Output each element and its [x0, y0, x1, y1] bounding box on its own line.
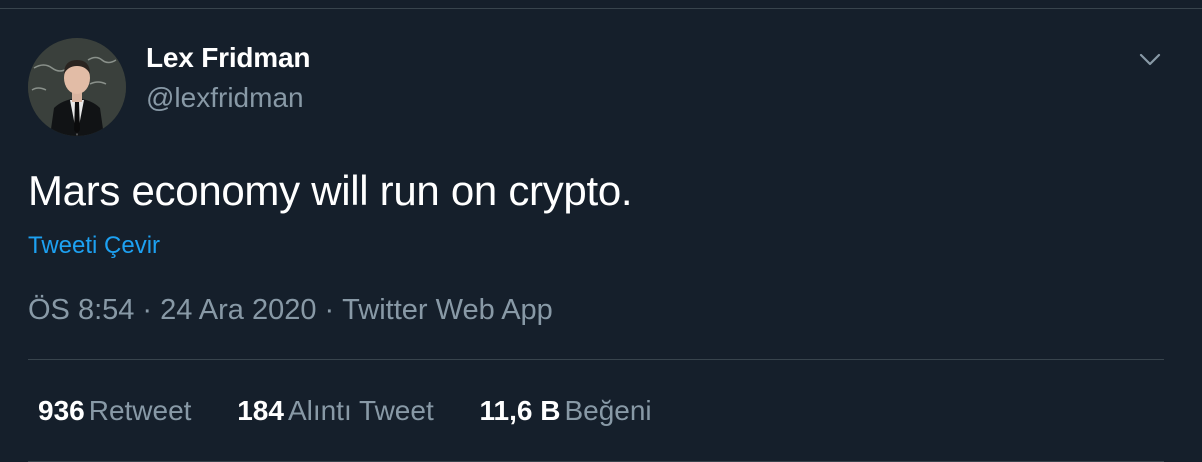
retweet-count[interactable]: 936 Retweet: [38, 395, 191, 427]
author-handle[interactable]: @lexfridman: [146, 82, 304, 114]
stat-label: Beğeni: [564, 395, 652, 426]
author-name[interactable]: Lex Fridman: [146, 42, 310, 74]
tweet-stats: 936 Retweet 184 Alıntı Tweet 11,6 B Beğeni: [38, 395, 690, 427]
chevron-down-icon[interactable]: [1134, 43, 1166, 75]
translate-tweet-link[interactable]: Tweeti Çevir: [28, 232, 160, 260]
tweet-date[interactable]: 24 Ara 2020: [160, 294, 316, 326]
avatar[interactable]: [28, 38, 126, 136]
meta-separator: ·: [142, 294, 153, 326]
tweet-source[interactable]: Twitter Web App: [342, 294, 553, 326]
stat-label: Alıntı Tweet: [287, 395, 434, 426]
divider: [28, 359, 1164, 360]
stat-value: 11,6 B: [479, 395, 561, 426]
meta-separator: ·: [324, 294, 335, 326]
quote-tweet-count[interactable]: 184 Alıntı Tweet: [237, 395, 434, 427]
like-count[interactable]: 11,6 B Beğeni: [480, 395, 652, 427]
tweet-meta: ÖS 8:54 · 24 Ara 2020 · Twitter Web App: [28, 294, 553, 327]
tweet-time[interactable]: ÖS 8:54: [28, 294, 134, 326]
stat-value: 936: [38, 395, 85, 426]
stat-label: Retweet: [88, 395, 192, 426]
stat-value: 184: [237, 395, 284, 426]
avatar-image: [28, 38, 126, 136]
tweet-text: Mars economy will run on crypto.: [28, 167, 633, 214]
tweet-card: Lex Fridman @lexfridman Mars economy wil…: [0, 9, 1202, 462]
